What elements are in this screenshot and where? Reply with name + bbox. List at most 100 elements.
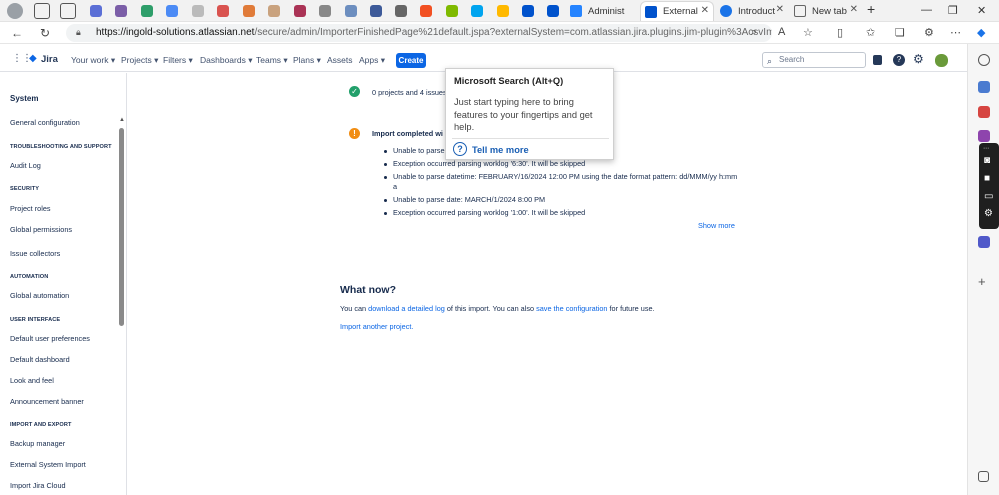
- close-window-button[interactable]: ✕: [977, 4, 986, 17]
- tab-external[interactable]: External ✕: [640, 1, 714, 21]
- copilot-icon[interactable]: ◆: [977, 26, 985, 39]
- sidebar-section-security: SECURITY: [10, 186, 40, 192]
- pinned-tab-icon[interactable]: [268, 5, 280, 17]
- pinned-tab-icon[interactable]: [217, 5, 229, 17]
- nav-assets[interactable]: Assets: [327, 55, 353, 65]
- edge-sidebar: +: [967, 44, 999, 495]
- pinned-tab-icon[interactable]: [471, 5, 483, 17]
- sidebar-item-announcement-banner[interactable]: Announcement banner: [10, 397, 84, 406]
- pinned-tab-icon[interactable]: [420, 5, 432, 17]
- pinned-tab-icon[interactable]: [370, 5, 382, 17]
- tell-me-more-link[interactable]: Tell me more: [472, 145, 529, 155]
- pinned-tab-icon[interactable]: [547, 5, 559, 17]
- new-tab-button[interactable]: +: [867, 1, 875, 17]
- nav-apps[interactable]: Apps ▾: [359, 55, 385, 66]
- nav-your-work[interactable]: Your work ▾: [71, 55, 115, 66]
- minimize-button[interactable]: —: [921, 4, 932, 16]
- video-icon[interactable]: ■: [984, 173, 990, 184]
- jira-search-input[interactable]: ⌕ Search: [762, 52, 866, 68]
- nav-label: Teams: [256, 55, 282, 65]
- show-more-link[interactable]: Show more: [698, 221, 735, 230]
- pinned-tab-icon[interactable]: [345, 5, 357, 17]
- games-icon[interactable]: [978, 130, 990, 142]
- more-icon[interactable]: ⋯: [950, 26, 961, 39]
- tab-introduct[interactable]: Introduct ✕: [716, 1, 788, 21]
- chat-icon[interactable]: ▭: [984, 191, 993, 202]
- close-tab-icon[interactable]: ✕: [776, 4, 784, 15]
- lock-icon[interactable]: 🔒︎: [76, 27, 81, 38]
- sidebar-item-look-and-feel[interactable]: Look and feel: [10, 376, 54, 385]
- sidebar-item-global-automation[interactable]: Global automation: [10, 291, 69, 300]
- sidebar-item-default-user-preferences[interactable]: Default user preferences: [10, 334, 90, 343]
- pinned-tab-icon[interactable]: [141, 5, 153, 17]
- split-screen-icon[interactable]: ▯: [837, 26, 843, 39]
- nav-label: Dashboards: [200, 55, 246, 65]
- sidebar-item-backup-manager[interactable]: Backup manager: [10, 439, 65, 448]
- sidebar-item-global-permissions[interactable]: Global permissions: [10, 225, 72, 234]
- notifications-icon[interactable]: [873, 55, 882, 65]
- zoom-icon[interactable]: ⌕: [751, 26, 757, 39]
- pinned-tab-icon[interactable]: [90, 5, 102, 17]
- favorites-icon[interactable]: ✩: [866, 26, 875, 39]
- sidebar-item-general-configuration[interactable]: General configuration: [10, 118, 80, 127]
- sidebar-settings-icon[interactable]: [978, 471, 989, 482]
- profile-icon[interactable]: [7, 3, 23, 19]
- sidebar-item-external-system-import[interactable]: External System Import: [10, 460, 86, 469]
- nav-dashboards[interactable]: Dashboards ▾: [200, 55, 252, 66]
- collections-icon[interactable]: ❏: [895, 26, 905, 39]
- favorite-icon[interactable]: ☆: [803, 26, 813, 39]
- nav-filters[interactable]: Filters ▾: [163, 55, 193, 66]
- pinned-tab-icon[interactable]: [319, 5, 331, 17]
- pinned-tab-icon[interactable]: [192, 5, 204, 17]
- pinned-tab-icon[interactable]: [243, 5, 255, 17]
- camera-icon[interactable]: ◙: [984, 155, 990, 166]
- avatar[interactable]: [935, 54, 948, 67]
- pinned-tab-icon[interactable]: [395, 5, 407, 17]
- search-icon[interactable]: [978, 54, 990, 66]
- pinned-tab-icon[interactable]: [115, 5, 127, 17]
- read-aloud-icon[interactable]: A: [778, 26, 785, 38]
- pinned-tab-icon[interactable]: [446, 5, 458, 17]
- refresh-icon[interactable]: ↻: [40, 26, 50, 40]
- close-tab-icon[interactable]: ✕: [701, 5, 709, 16]
- save-configuration-link[interactable]: save the configuration: [536, 304, 607, 313]
- restore-button[interactable]: ❐: [948, 4, 958, 17]
- close-tab-icon[interactable]: ✕: [850, 4, 858, 15]
- sidebar-item-audit-log[interactable]: Audit Log: [10, 161, 41, 170]
- pinned-tab-icon[interactable]: [497, 5, 509, 17]
- pinned-tab-icon[interactable]: [294, 5, 306, 17]
- nav-teams[interactable]: Teams ▾: [256, 55, 288, 66]
- sidebar-item-issue-collectors[interactable]: Issue collectors: [10, 249, 60, 258]
- sidebar-item-import-jira-cloud[interactable]: Import Jira Cloud: [10, 481, 66, 490]
- nav-label: Assets: [327, 55, 353, 65]
- shopping-icon[interactable]: [978, 81, 990, 93]
- pinned-tab-icon[interactable]: [522, 5, 534, 17]
- sidebar-scrollbar[interactable]: [119, 128, 124, 326]
- tab-administ[interactable]: Administ: [566, 1, 638, 21]
- extensions-icon[interactable]: ⚙: [924, 26, 934, 39]
- sidebar-item-project-roles[interactable]: Project roles: [10, 204, 51, 213]
- nav-projects[interactable]: Projects ▾: [121, 55, 158, 66]
- jira-logo-icon[interactable]: ◆: [29, 53, 37, 64]
- workspaces-icon[interactable]: [34, 3, 50, 19]
- create-button[interactable]: Create: [396, 53, 426, 68]
- pinned-tab-icon[interactable]: [166, 5, 178, 17]
- add-icon[interactable]: +: [978, 275, 990, 288]
- more-icon[interactable]: ⋯: [983, 145, 989, 152]
- import-another-link[interactable]: Import another project.: [340, 322, 413, 331]
- teams-icon[interactable]: [978, 236, 990, 248]
- tab-new[interactable]: New tab ✕: [790, 1, 862, 21]
- scroll-up-arrow[interactable]: ▲: [119, 117, 125, 123]
- url-field[interactable]: https://ingold-solutions.atlassian.net/s…: [66, 24, 772, 42]
- sidebar-item-default-dashboard[interactable]: Default dashboard: [10, 355, 70, 364]
- jira-logo[interactable]: Jira: [41, 54, 58, 65]
- nav-plans[interactable]: Plans ▾: [293, 55, 321, 66]
- tools-icon[interactable]: [978, 106, 990, 118]
- download-log-link[interactable]: download a detailed log: [368, 304, 445, 313]
- tab-label: New tab: [812, 5, 847, 17]
- tab-actions-icon[interactable]: [60, 3, 76, 19]
- back-icon[interactable]: ←: [11, 26, 23, 40]
- settings-icon[interactable]: ⚙: [913, 53, 925, 65]
- help-icon[interactable]: ?: [893, 54, 905, 66]
- settings-icon[interactable]: ⚙: [984, 208, 993, 219]
